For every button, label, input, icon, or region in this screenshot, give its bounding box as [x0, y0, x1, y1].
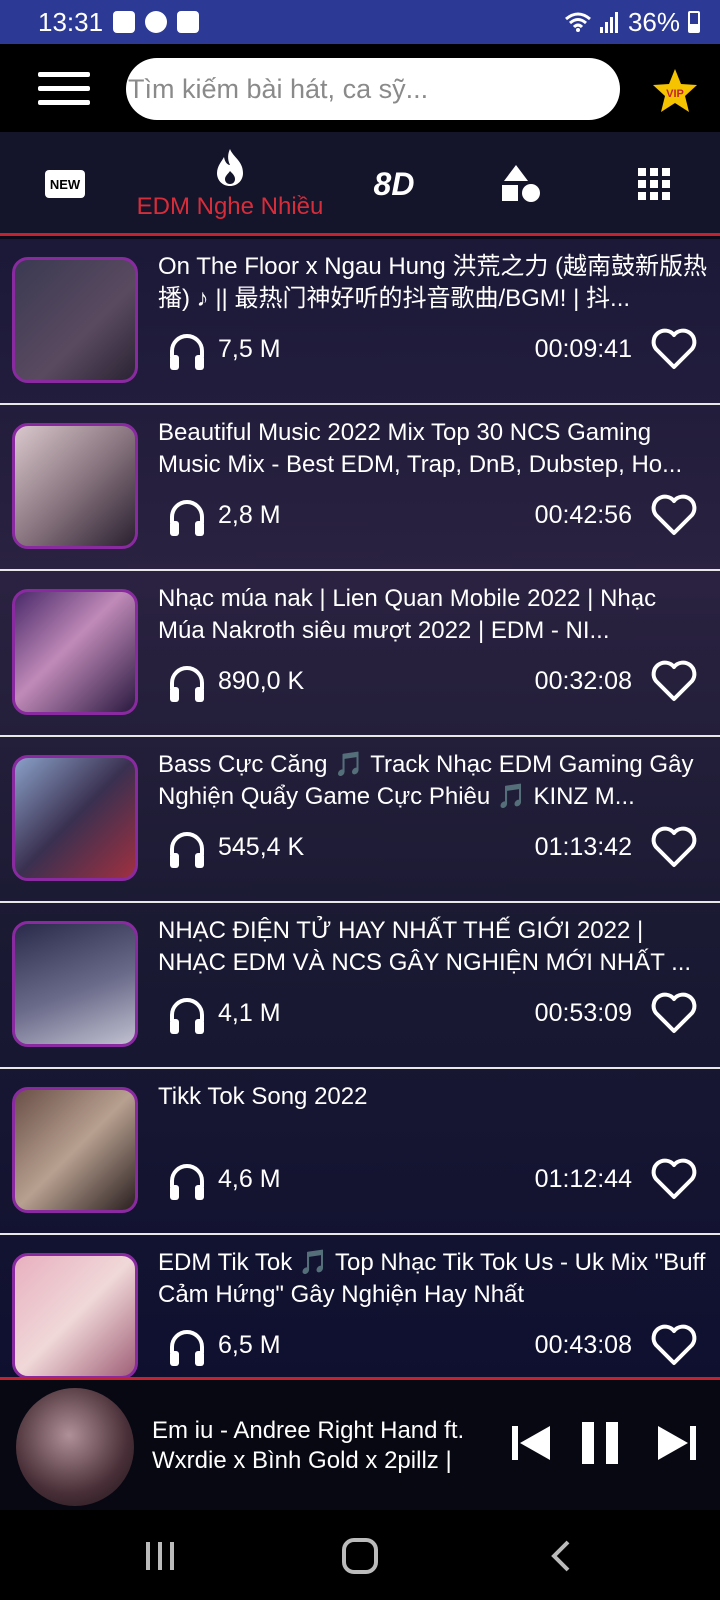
song-list-item[interactable]: Bass Cực Căng 🎵 Track Nhạc EDM Gaming Gâ… — [0, 737, 720, 903]
media-notification-icon — [177, 11, 200, 33]
heart-icon[interactable] — [650, 493, 698, 537]
tab-8d[interactable]: 8D — [366, 132, 422, 236]
vip-star-icon[interactable]: VIP — [652, 68, 698, 114]
song-duration: 00:53:09 — [534, 999, 632, 1027]
song-thumbnail — [12, 589, 138, 715]
hamburger-menu-icon[interactable] — [38, 72, 90, 106]
song-list-item[interactable]: Tikk Tok Song 2022 4,6 M 01:12:44 — [0, 1069, 720, 1235]
top-bar: VIP — [0, 44, 720, 132]
song-list-item[interactable]: On The Floor x Ngau Hung 洪荒之力 (越南鼓新版热播) … — [0, 239, 720, 405]
tab-new[interactable]: NEW — [40, 132, 90, 236]
headphones-icon — [170, 1164, 204, 1200]
tab-edm-hot[interactable]: EDM Nghe Nhiều — [120, 132, 340, 236]
song-list-item[interactable]: Nhạc múa nak | Lien Quan Mobile 2022 | N… — [0, 571, 720, 737]
tab-genres[interactable] — [502, 132, 542, 236]
song-duration: 01:13:42 — [534, 833, 632, 861]
song-duration: 00:42:56 — [534, 501, 632, 529]
song-list-item[interactable]: Beautiful Music 2022 Mix Top 30 NCS Gami… — [0, 405, 720, 571]
heart-icon[interactable] — [650, 1157, 698, 1201]
shapes-icon — [502, 165, 540, 202]
signal-icon — [599, 12, 618, 33]
song-thumbnail — [12, 1253, 138, 1377]
recent-apps-icon[interactable] — [140, 1538, 180, 1574]
song-duration: 00:09:41 — [534, 335, 632, 363]
heart-icon[interactable] — [650, 991, 698, 1035]
song-title: Tikk Tok Song 2022 — [158, 1083, 368, 1110]
song-thumbnail — [12, 257, 138, 383]
system-nav-bar — [0, 1510, 720, 1600]
headphones-icon — [170, 998, 204, 1034]
song-title: Beautiful Music 2022 Mix Top 30 NCS Gami… — [158, 419, 683, 478]
play-count: 890,0 K — [218, 667, 305, 695]
play-count: 545,4 K — [218, 833, 305, 861]
play-count: 4,6 M — [218, 1165, 281, 1193]
song-title: Bass Cực Căng 🎵 Track Nhạc EDM Gaming Gâ… — [158, 751, 694, 810]
song-title: On The Floor x Ngau Hung 洪荒之力 (越南鼓新版热播) … — [158, 253, 708, 312]
heart-icon[interactable] — [650, 659, 698, 703]
battery-percent: 36% — [627, 6, 680, 37]
app-notification-icon — [145, 11, 168, 33]
status-right: 36% — [564, 7, 700, 38]
battery-icon — [688, 11, 700, 33]
song-list-item[interactable]: EDM Tik Tok 🎵 Top Nhạc Tik Tok Us - Uk M… — [0, 1235, 720, 1377]
now-playing-title[interactable]: Em iu - Andree Right Hand ft. Wxrdie x B… — [152, 1416, 492, 1476]
song-thumbnail — [12, 755, 138, 881]
play-count: 2,8 M — [218, 501, 281, 529]
status-time: 13:31 — [38, 6, 104, 37]
new-badge-icon: NEW — [45, 170, 85, 198]
heart-icon[interactable] — [650, 327, 698, 371]
headphones-icon — [170, 666, 204, 702]
song-duration: 00:32:08 — [534, 667, 632, 695]
song-title: Nhạc múa nak | Lien Quan Mobile 2022 | N… — [158, 585, 657, 644]
mini-player: Em iu - Andree Right Hand ft. Wxrdie x B… — [0, 1377, 720, 1510]
song-list-item[interactable]: NHẠC ĐIỆN TỬ HAY NHẤT THẾ GIỚI 2022 | NH… — [0, 903, 720, 1069]
song-thumbnail — [12, 921, 138, 1047]
wifi-icon — [564, 12, 591, 32]
song-thumbnail — [12, 1087, 138, 1213]
8d-icon: 8D — [373, 165, 415, 202]
headphones-icon — [170, 334, 204, 370]
pause-icon[interactable] — [580, 1422, 620, 1464]
status-left: 13:31 — [38, 7, 564, 38]
play-count: 7,5 M — [218, 335, 281, 363]
headphones-icon — [170, 500, 204, 536]
song-thumbnail — [12, 423, 138, 549]
search-input[interactable] — [126, 58, 620, 120]
song-duration: 01:12:44 — [534, 1165, 632, 1193]
vip-label: VIP — [666, 88, 684, 100]
now-playing-artwork[interactable] — [16, 1388, 134, 1506]
tab-more[interactable] — [636, 132, 672, 236]
play-count: 4,1 M — [218, 999, 281, 1027]
headphones-icon — [170, 832, 204, 868]
song-duration: 00:43:08 — [534, 1331, 632, 1359]
play-count: 6,5 M — [218, 1331, 281, 1359]
heart-icon[interactable] — [650, 1323, 698, 1367]
back-icon[interactable] — [544, 1538, 584, 1574]
status-bar: 13:31 36% — [0, 0, 720, 44]
grid-icon — [638, 168, 670, 200]
tab-edm-hot-label: EDM Nghe Nhiều — [136, 193, 324, 220]
category-tabs: NEW EDM Nghe Nhiều 8D — [0, 132, 720, 236]
fire-icon — [217, 149, 243, 186]
skip-next-icon[interactable] — [656, 1424, 696, 1462]
skip-previous-icon[interactable] — [512, 1424, 552, 1462]
song-title: NHẠC ĐIỆN TỬ HAY NHẤT THẾ GIỚI 2022 | NH… — [158, 917, 692, 976]
heart-icon[interactable] — [650, 825, 698, 869]
song-list[interactable]: On The Floor x Ngau Hung 洪荒之力 (越南鼓新版热播) … — [0, 239, 720, 1377]
song-title: EDM Tik Tok 🎵 Top Nhạc Tik Tok Us - Uk M… — [158, 1249, 706, 1308]
game-notification-icon — [113, 11, 136, 33]
home-icon[interactable] — [340, 1538, 380, 1574]
headphones-icon — [170, 1330, 204, 1366]
